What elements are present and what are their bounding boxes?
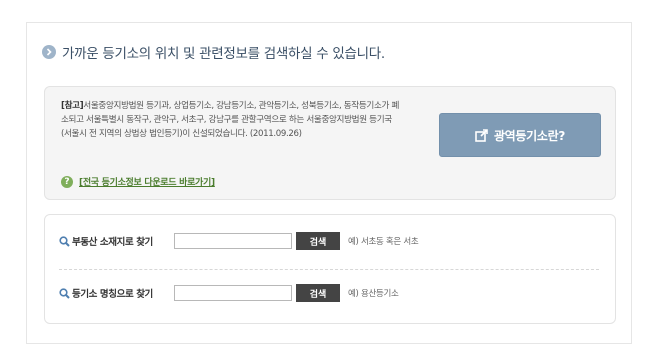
region-button-label: 광역등기소란? — [493, 128, 566, 143]
notice-text: [참고]서울중앙지방법원 등기과, 상업등기소, 강남등기소, 관악등기소, 성… — [61, 99, 401, 142]
external-link-icon — [475, 128, 488, 142]
address-search-example: 예) 서초동 혹은 서초 — [348, 237, 419, 247]
notice-box: [참고]서울중앙지방법원 등기과, 상업등기소, 강남등기소, 관악등기소, 성… — [44, 86, 616, 200]
search-icon — [59, 287, 70, 299]
divider — [59, 269, 599, 270]
page-title: 가까운 등기소의 위치 및 관련정보를 검색하실 수 있습니다. — [62, 46, 385, 62]
help-icon: ? — [61, 175, 73, 188]
help-row: ? [전국 등기소정보 다운로드 바로가기] — [61, 175, 215, 188]
search-box: 부동산 소재지로 찾기 검색 예) 서초동 혹은 서초 등기소 명칭으로 찾기 … — [44, 214, 616, 324]
search-icon — [59, 235, 70, 247]
office-search-label: 등기소 명칭으로 찾기 — [72, 289, 153, 300]
address-search-button[interactable]: 검색 — [296, 232, 340, 250]
notice-body: 서울중앙지방법원 등기과, 상업등기소, 강남등기소, 관악등기소, 성북등기소… — [61, 101, 400, 140]
office-search-input[interactable] — [174, 285, 292, 301]
address-search-label: 부동산 소재지로 찾기 — [72, 237, 153, 248]
section-header: 가까운 등기소의 위치 및 관련정보를 검색하실 수 있습니다. — [42, 40, 385, 64]
chevron-right-icon — [42, 45, 56, 59]
office-search-button[interactable]: 검색 — [296, 284, 340, 302]
region-registry-button[interactable]: 광역등기소란? — [439, 113, 601, 157]
office-search-row: 등기소 명칭으로 찾기 검색 예) 용산등기소 — [59, 283, 399, 303]
page: 가까운 등기소의 위치 및 관련정보를 검색하실 수 있습니다. [참고]서울중… — [0, 0, 656, 362]
address-search-input[interactable] — [174, 233, 292, 249]
address-search-row: 부동산 소재지로 찾기 검색 예) 서초동 혹은 서초 — [59, 231, 419, 251]
notice-tag: [참고] — [61, 101, 84, 111]
office-search-example: 예) 용산등기소 — [348, 289, 399, 299]
download-link[interactable]: [전국 등기소정보 다운로드 바로가기] — [79, 175, 215, 188]
